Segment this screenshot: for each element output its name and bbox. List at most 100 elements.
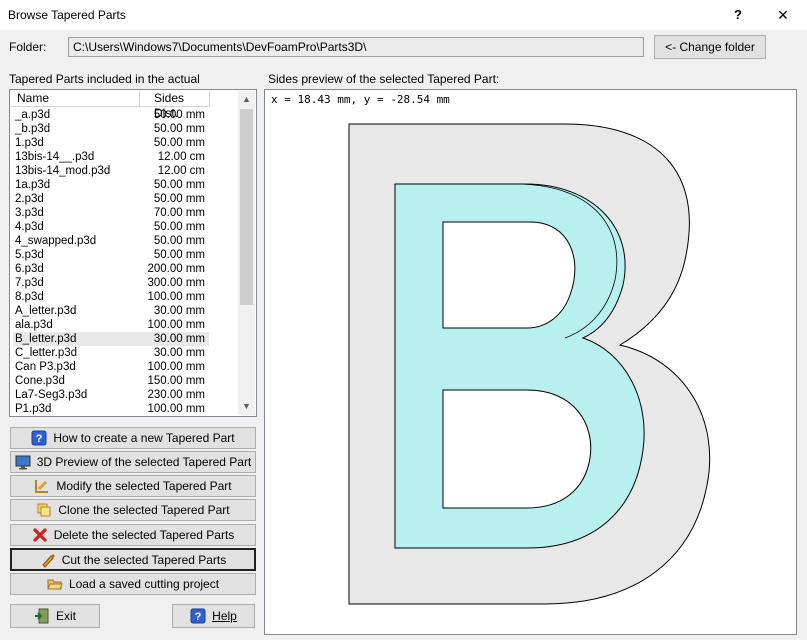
- load-project-button[interactable]: Load a saved cutting project: [10, 573, 256, 595]
- scroll-up-icon[interactable]: ▲: [238, 91, 255, 108]
- delete-label: Delete the selected Tapered Parts: [53, 528, 235, 542]
- help-title-button[interactable]: ?: [727, 5, 749, 25]
- column-header-sides-dist[interactable]: Sides Dist.: [140, 91, 210, 120]
- list-item[interactable]: _b.p3d 50.00 mm: [13, 122, 209, 136]
- folder-label: Folder:: [9, 40, 47, 54]
- list-item[interactable]: 4.p3d 50.00 mm: [13, 220, 209, 234]
- 3d-preview-label: 3D Preview of the selected Tapered Part: [36, 455, 252, 469]
- cut-label: Cut the selected Tapered Parts: [61, 552, 227, 567]
- part-sides-dist: 50.00 mm: [153, 179, 205, 191]
- list-item[interactable]: A_letter.p3d 30.00 mm: [13, 304, 209, 318]
- part-sides-dist: 70.00 mm: [153, 207, 205, 219]
- list-item[interactable]: C_letter.p3d 30.00 mm: [13, 346, 209, 360]
- part-sides-dist: 50.00 mm: [153, 193, 205, 205]
- part-sides-dist: 50.00 mm: [153, 123, 205, 135]
- list-item[interactable]: 1a.p3d 50.00 mm: [13, 178, 209, 192]
- cut-button[interactable]: Cut the selected Tapered Parts: [10, 548, 256, 571]
- list-item[interactable]: B_letter.p3d 30.00 mm: [13, 332, 209, 346]
- part-sides-dist: 300.00 mm: [147, 277, 205, 289]
- part-name: Can P3.p3d: [15, 361, 76, 373]
- part-name: _b.p3d: [15, 123, 51, 135]
- delete-icon: [32, 527, 48, 543]
- parts-list-heading: Tapered Parts included in the actual: [9, 72, 200, 86]
- 3d-preview-button[interactable]: 3D Preview of the selected Tapered Part: [10, 451, 256, 473]
- part-name: 7.p3d: [15, 277, 44, 289]
- load-project-label: Load a saved cutting project: [68, 577, 220, 591]
- parts-list[interactable]: Name Sides Dist. _a.p3d 50.00 mm _b.p3d 50.…: [9, 89, 257, 417]
- scroll-thumb[interactable]: [240, 109, 253, 305]
- list-item[interactable]: 5.p3d 50.00 mm: [13, 248, 209, 262]
- list-item[interactable]: P1.p3d 100.00 mm: [13, 402, 209, 416]
- part-sides-dist: 100.00 mm: [147, 291, 205, 303]
- part-name: 5.p3d: [15, 249, 44, 261]
- part-sides-dist: 100.00 mm: [147, 361, 205, 373]
- part-sides-dist: 50.00 mm: [153, 235, 205, 247]
- help-button[interactable]: ? Help: [172, 604, 255, 628]
- part-sides-dist: 50.00 mm: [153, 249, 205, 261]
- part-name: ala.p3d: [15, 319, 53, 331]
- list-item[interactable]: 8.p3d 100.00 mm: [13, 290, 209, 304]
- part-sides-dist: 30.00 mm: [153, 347, 205, 359]
- part-name: 13bis-14__.p3d: [15, 151, 95, 163]
- preview-heading: Sides preview of the selected Tapered Pa…: [268, 72, 500, 86]
- how-to-create-button[interactable]: ? How to create a new Tapered Part: [10, 427, 256, 449]
- list-item[interactable]: 4_swapped.p3d 50.00 mm: [13, 234, 209, 248]
- how-to-create-label: How to create a new Tapered Part: [53, 431, 235, 445]
- exit-door-icon: [34, 608, 50, 624]
- change-folder-button[interactable]: <- Change folder: [654, 35, 766, 59]
- help-icon: ?: [31, 430, 47, 446]
- clone-button[interactable]: Clone the selected Tapered Part: [10, 499, 256, 521]
- part-name: 4.p3d: [15, 221, 44, 233]
- parts-rows: _a.p3d 50.00 mm _b.p3d 50.00 mm 1.p3d 50.00 m…: [13, 108, 241, 416]
- part-sides-dist: 12.00 cm: [157, 165, 205, 177]
- exit-label: Exit: [55, 609, 76, 623]
- scroll-down-icon[interactable]: ▼: [238, 398, 255, 415]
- letter-b-preview: [348, 123, 711, 605]
- svg-text:?: ?: [36, 433, 43, 445]
- close-button[interactable]: ✕: [772, 5, 794, 25]
- clone-label: Clone the selected Tapered Part: [58, 503, 230, 517]
- part-sides-dist: 150.00 mm: [147, 375, 205, 387]
- part-sides-dist: 12.00 cm: [157, 151, 205, 163]
- part-name: C_letter.p3d: [15, 347, 78, 359]
- cut-pen-icon: [40, 552, 56, 568]
- list-item[interactable]: 13bis-14_mod.p3d 12.00 cm: [13, 164, 209, 178]
- part-name: 1a.p3d: [15, 179, 51, 191]
- folder-path-field: C:\Users\Windows7\Documents\DevFoamPro\P…: [68, 37, 644, 57]
- part-name: 8.p3d: [15, 291, 44, 303]
- list-item[interactable]: 7.p3d 300.00 mm: [13, 276, 209, 290]
- part-sides-dist: 230.00 mm: [147, 389, 205, 401]
- part-sides-dist: 100.00 mm: [147, 403, 205, 415]
- list-item[interactable]: ala.p3d 100.00 mm: [13, 318, 209, 332]
- list-item[interactable]: 6.p3d 200.00 mm: [13, 262, 209, 276]
- part-name: _a.p3d: [15, 109, 51, 121]
- clone-icon: [36, 502, 52, 518]
- part-name: Cone.p3d: [15, 375, 65, 387]
- list-item[interactable]: 13bis-14__.p3d 12.00 cm: [13, 150, 209, 164]
- list-scrollbar[interactable]: ▲ ▼: [238, 91, 255, 415]
- list-item[interactable]: Can P3.p3d 100.00 mm: [13, 360, 209, 374]
- delete-button[interactable]: Delete the selected Tapered Parts: [10, 524, 256, 546]
- part-sides-dist: 100.00 mm: [147, 319, 205, 331]
- preview-canvas[interactable]: x = 18.43 mm, y = -28.54 mm: [264, 89, 797, 635]
- list-item[interactable]: 2.p3d 50.00 mm: [13, 192, 209, 206]
- part-sides-dist: 200.00 mm: [147, 263, 205, 275]
- modify-button[interactable]: Modify the selected Tapered Part: [10, 475, 256, 497]
- list-item[interactable]: Cone.p3d 150.00 mm: [13, 374, 209, 388]
- part-name: 2.p3d: [15, 193, 44, 205]
- monitor-icon: [15, 454, 31, 470]
- part-sides-dist: 50.00 mm: [153, 221, 205, 233]
- inner-profile: [394, 183, 645, 549]
- list-item[interactable]: 3.p3d 70.00 mm: [13, 206, 209, 220]
- list-item[interactable]: La7-Seg3.p3d 230.00 mm: [13, 388, 209, 402]
- modify-icon: [34, 478, 50, 494]
- list-item[interactable]: _a.p3d 50.00 mm: [13, 108, 209, 122]
- part-name: 6.p3d: [15, 263, 44, 275]
- part-sides-dist: 30.00 mm: [153, 333, 205, 345]
- exit-button[interactable]: Exit: [10, 604, 100, 628]
- part-name: 13bis-14_mod.p3d: [15, 165, 111, 177]
- svg-text:?: ?: [195, 611, 202, 623]
- column-header-name[interactable]: Name: [11, 91, 140, 107]
- list-item[interactable]: 1.p3d 50.00 mm: [13, 136, 209, 150]
- part-name: P1.p3d: [15, 403, 52, 415]
